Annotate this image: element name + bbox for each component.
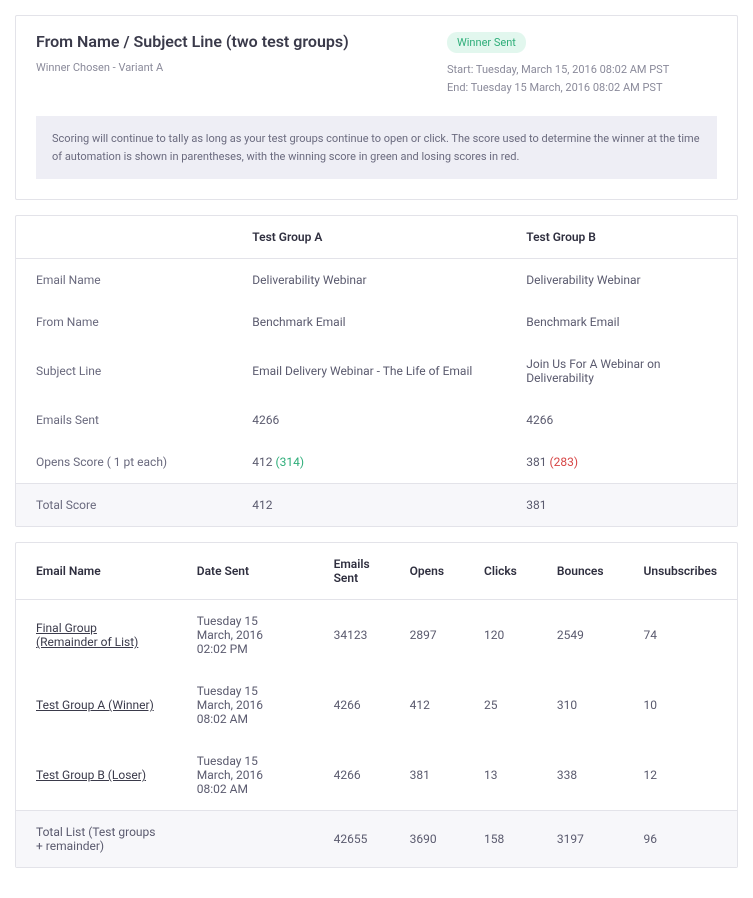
row-label: Opens Score ( 1 pt each) [16, 441, 232, 484]
total-list-label: Total List (Test groups + remainder) [16, 811, 177, 868]
detail-clicks: 25 [464, 670, 537, 740]
email-name-b: Deliverability Webinar [506, 259, 737, 302]
end-time: End: Tuesday 15 March, 2016 08:02 AM PST [447, 79, 717, 97]
row-label: From Name [16, 301, 232, 343]
detail-date [177, 811, 314, 868]
col-emails-sent: Emails Sent [314, 543, 390, 600]
opens-score-a-paren: (314) [276, 455, 305, 469]
detail-date: Tuesday 15 March, 2016 08:02 AM [177, 670, 314, 740]
detail-bounces: 3197 [537, 811, 624, 868]
subject-line-a: Email Delivery Webinar - The Life of Ema… [232, 343, 506, 399]
detail-opens: 412 [390, 670, 464, 740]
detail-name-cell: Test Group B (Loser) [16, 740, 177, 811]
detail-bounces: 338 [537, 740, 624, 811]
summary-header-left: From Name / Subject Line (two test group… [36, 32, 447, 96]
start-time: Start: Tuesday, March 15, 2016 08:02 AM … [447, 61, 717, 79]
detail-unsubs: 96 [624, 811, 737, 868]
detail-sent: 4266 [314, 740, 390, 811]
detail-clicks: 120 [464, 600, 537, 671]
col-email-name: Email Name [16, 543, 177, 600]
detail-table: Email Name Date Sent Emails Sent Opens C… [16, 543, 737, 867]
detail-bounces: 310 [537, 670, 624, 740]
opens-score-b: 381 (283) [506, 441, 737, 484]
detail-unsubs: 12 [624, 740, 737, 811]
col-unsubscribes: Unsubscribes [624, 543, 737, 600]
from-name-b: Benchmark Email [506, 301, 737, 343]
detail-clicks: 158 [464, 811, 537, 868]
total-score-b: 381 [506, 484, 737, 527]
detail-unsubs: 10 [624, 670, 737, 740]
table-row: Test Group B (Loser) Tuesday 15 March, 2… [16, 740, 737, 811]
row-label: Subject Line [16, 343, 232, 399]
col-date-sent: Date Sent [177, 543, 314, 600]
subject-line-b: Join Us For A Webinar on Deliverability [506, 343, 737, 399]
table-row: Opens Score ( 1 pt each) 412 (314) 381 (… [16, 441, 737, 484]
email-name-a: Deliverability Webinar [232, 259, 506, 302]
compare-header-blank [16, 216, 232, 259]
opens-score-b-value: 381 [526, 455, 546, 469]
emails-sent-a: 4266 [232, 399, 506, 441]
group-b-link[interactable]: Test Group B (Loser) [36, 768, 146, 782]
table-row: Final Group (Remainder of List) Tuesday … [16, 600, 737, 671]
group-a-link[interactable]: Test Group A (Winner) [36, 698, 154, 712]
detail-bounces: 2549 [537, 600, 624, 671]
opens-score-b-paren: (283) [549, 455, 578, 469]
ab-test-summary-card: From Name / Subject Line (two test group… [15, 15, 738, 200]
detail-sent: 4266 [314, 670, 390, 740]
table-row: Email Name Deliverability Webinar Delive… [16, 259, 737, 302]
winner-sent-badge: Winner Sent [447, 32, 526, 53]
detail-unsubs: 74 [624, 600, 737, 671]
table-row: Test Group A (Winner) Tuesday 15 March, … [16, 670, 737, 740]
total-score-a: 412 [232, 484, 506, 527]
table-row: From Name Benchmark Email Benchmark Emai… [16, 301, 737, 343]
detail-date: Tuesday 15 March, 2016 08:02 AM [177, 740, 314, 811]
detail-sent: 34123 [314, 600, 390, 671]
scoring-notice: Scoring will continue to tally as long a… [36, 116, 717, 179]
compare-header-group-b: Test Group B [506, 216, 737, 259]
total-list-row: Total List (Test groups + remainder) 426… [16, 811, 737, 868]
compare-header-group-a: Test Group A [232, 216, 506, 259]
from-name-a: Benchmark Email [232, 301, 506, 343]
row-label: Total Score [16, 484, 232, 527]
detail-date: Tuesday 15 March, 2016 02:02 PM [177, 600, 314, 671]
col-clicks: Clicks [464, 543, 537, 600]
final-group-link[interactable]: Final Group (Remainder of List) [36, 621, 138, 649]
page-title: From Name / Subject Line (two test group… [36, 32, 447, 51]
col-bounces: Bounces [537, 543, 624, 600]
detail-card: Email Name Date Sent Emails Sent Opens C… [15, 542, 738, 868]
detail-opens: 3690 [390, 811, 464, 868]
detail-clicks: 13 [464, 740, 537, 811]
summary-header-right: Winner Sent Start: Tuesday, March 15, 20… [447, 32, 717, 96]
detail-opens: 381 [390, 740, 464, 811]
table-row: Emails Sent 4266 4266 [16, 399, 737, 441]
detail-header-row: Email Name Date Sent Emails Sent Opens C… [16, 543, 737, 600]
summary-header: From Name / Subject Line (two test group… [16, 16, 737, 106]
emails-sent-b: 4266 [506, 399, 737, 441]
compare-card: Test Group A Test Group B Email Name Del… [15, 215, 738, 527]
detail-sent: 42655 [314, 811, 390, 868]
detail-name-cell: Test Group A (Winner) [16, 670, 177, 740]
col-opens: Opens [390, 543, 464, 600]
total-score-row: Total Score 412 381 [16, 484, 737, 527]
table-row: Subject Line Email Delivery Webinar - Th… [16, 343, 737, 399]
opens-score-a: 412 (314) [232, 441, 506, 484]
compare-table: Test Group A Test Group B Email Name Del… [16, 216, 737, 526]
compare-header-row: Test Group A Test Group B [16, 216, 737, 259]
opens-score-a-value: 412 [252, 455, 272, 469]
detail-name-cell: Final Group (Remainder of List) [16, 600, 177, 671]
row-label: Emails Sent [16, 399, 232, 441]
winner-chosen-text: Winner Chosen - Variant A [36, 59, 447, 77]
detail-opens: 2897 [390, 600, 464, 671]
row-label: Email Name [16, 259, 232, 302]
